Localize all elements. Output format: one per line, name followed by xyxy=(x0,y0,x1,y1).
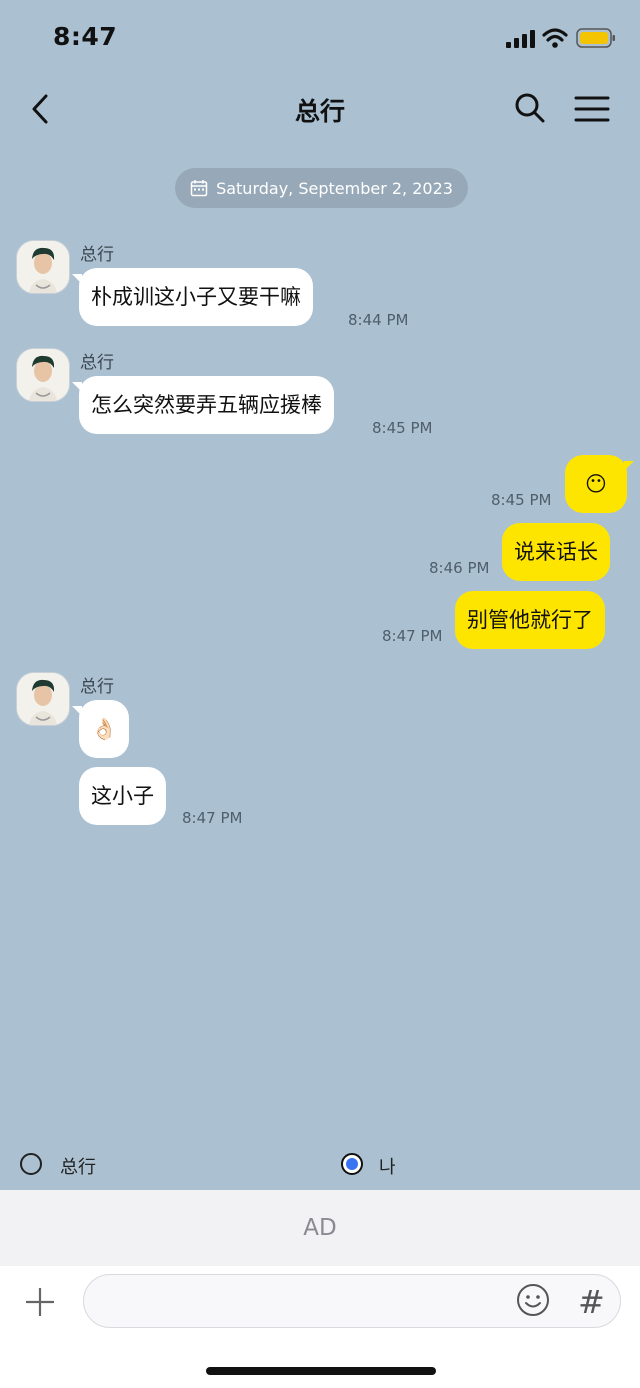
my-message-bubble[interactable]: 别管他就行了 xyxy=(455,591,605,649)
sender-name: 总行 xyxy=(80,677,114,697)
avatar[interactable] xyxy=(16,672,70,726)
date-label: Saturday, September 2, 2023 xyxy=(216,178,453,198)
avatar[interactable] xyxy=(16,348,70,402)
calendar-icon xyxy=(190,180,208,197)
avatar[interactable] xyxy=(16,240,70,294)
message-time: 8:44 PM xyxy=(348,311,409,329)
message-bubble[interactable]: 这小子 xyxy=(79,767,166,825)
battery-icon xyxy=(576,28,615,48)
message-bubble[interactable]: 怎么突然要弄五辆应援棒 xyxy=(72,376,334,434)
my-message-bubble[interactable]: 😶 xyxy=(565,455,634,513)
message-time: 8:46 PM xyxy=(429,559,490,577)
message-bubble[interactable]: 朴成训这小子又要干嘛 xyxy=(72,268,313,326)
message-bubble[interactable]: 👌🏻 xyxy=(71,700,130,758)
ad-label: AD xyxy=(303,1215,337,1241)
home-indicator xyxy=(206,1367,436,1375)
emoji-icon[interactable] xyxy=(516,1283,550,1317)
menu-icon[interactable] xyxy=(574,95,610,123)
date-divider: Saturday, September 2, 2023 xyxy=(175,168,468,208)
radio-me[interactable] xyxy=(341,1153,363,1175)
message-time: 8:47 PM xyxy=(182,809,243,827)
message-time: 8:45 PM xyxy=(372,419,433,437)
profile-photo-icon xyxy=(17,241,69,293)
radio-other-label[interactable]: 总行 xyxy=(60,1153,96,1179)
sender-name: 总行 xyxy=(80,245,114,265)
status-time: 8:47 xyxy=(53,22,118,51)
profile-photo-icon xyxy=(17,673,69,725)
cellular-signal-icon xyxy=(506,30,535,48)
plus-icon[interactable] xyxy=(24,1286,56,1318)
radio-other[interactable] xyxy=(20,1153,42,1175)
wifi-icon xyxy=(542,28,568,48)
radio-me-label[interactable]: 나 xyxy=(379,1153,396,1179)
sender-name: 总行 xyxy=(80,353,114,373)
my-message-bubble[interactable]: 说来话长 xyxy=(502,523,610,581)
ad-banner[interactable]: AD xyxy=(0,1190,640,1266)
profile-photo-icon xyxy=(17,349,69,401)
hashtag-icon[interactable]: # xyxy=(578,1283,605,1321)
search-icon[interactable] xyxy=(514,92,546,124)
message-time: 8:47 PM xyxy=(382,627,443,645)
message-time: 8:45 PM xyxy=(491,491,552,509)
